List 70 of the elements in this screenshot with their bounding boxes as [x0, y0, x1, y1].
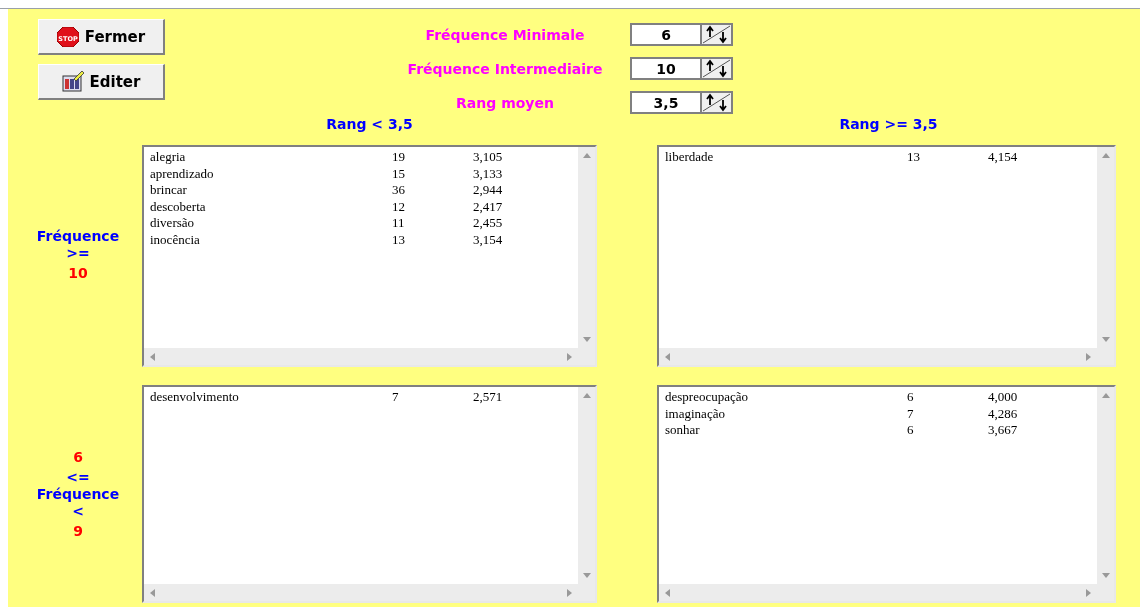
scroll-up-icon	[582, 393, 591, 398]
spin-button[interactable]	[700, 57, 733, 80]
frequency-label: <	[72, 502, 84, 520]
scroll-down-icon	[1101, 337, 1110, 342]
scroll-down-icon	[582, 337, 591, 342]
scroll-left-icon	[150, 588, 155, 597]
list-cell-text: 11	[392, 215, 406, 232]
list-cell-text: 13	[907, 149, 921, 166]
list-cell-text: 4,286	[988, 405, 1019, 422]
list-cell-text: 13	[392, 231, 406, 248]
list-cell-text: 7	[907, 405, 915, 422]
list-cell-text: 19	[392, 149, 406, 166]
list-cell-text: desenvolvimento	[150, 389, 240, 406]
list-cell-text: 3,667	[988, 422, 1019, 439]
list-cell-text: diversão	[150, 215, 196, 232]
list-cell-text: descoberta	[150, 198, 207, 215]
scroll-left-icon	[150, 352, 155, 361]
scroll-right-icon	[1086, 588, 1091, 597]
list-cell-text: imaginação	[665, 405, 726, 422]
spinner-label: Fréquence Intermediaire	[406, 60, 604, 77]
list-cell-text: 3,105	[473, 149, 504, 166]
list-cell-text: alegria	[150, 149, 187, 166]
number-field[interactable]: 10	[630, 57, 700, 80]
list-cell-text: 4,000	[988, 389, 1019, 406]
list-cell-text: 15	[392, 165, 406, 182]
scroll-right-icon	[1086, 352, 1091, 361]
scroll-up-icon	[1101, 153, 1110, 158]
list-cell-text: 6	[907, 389, 915, 406]
scroll-down-icon	[582, 573, 591, 578]
list-cell-text: 2,944	[473, 182, 504, 199]
edit-button[interactable]: Editer	[38, 64, 165, 100]
list-cell-text: 12	[392, 198, 406, 215]
list-cell-text: 2,455	[473, 215, 504, 232]
scroll-left-icon	[665, 588, 670, 597]
list-cell-text: inocência	[150, 231, 201, 248]
list-cell-text: liberdade	[665, 149, 715, 166]
list-cell-text: 3,154	[473, 231, 504, 248]
list-cell-text: despreocupação	[665, 389, 749, 406]
threshold-value: 10	[68, 264, 88, 282]
scroll-down-icon	[1101, 573, 1110, 578]
spin-button[interactable]	[700, 91, 733, 114]
column-header: Rang < 3,5	[325, 116, 414, 132]
threshold-value: 9	[73, 522, 83, 540]
frequency-label: <=	[66, 468, 90, 486]
list-cell-text: 2,571	[473, 389, 504, 406]
number-field[interactable]: 6	[630, 23, 700, 46]
spinner-label: Rang moyen	[455, 94, 555, 111]
scroll-left-icon	[665, 352, 670, 361]
column-header: Rang >= 3,5	[838, 116, 939, 132]
scroll-up-icon	[1101, 393, 1110, 398]
scroll-up-icon	[582, 153, 591, 158]
list-cell-text: 4,154	[988, 149, 1019, 166]
list-cell-text: sonhar	[665, 422, 701, 439]
list-cell-text: 36	[392, 182, 406, 199]
frequency-label: Fréquence	[36, 227, 120, 245]
list-cell-text: 3,133	[473, 165, 504, 182]
table-pencil-icon	[61, 71, 84, 92]
scroll-right-icon	[567, 352, 572, 361]
list-cell-text: brincar	[150, 182, 188, 199]
threshold-value: 6	[73, 448, 83, 466]
list-cell-text: aprendizado	[150, 165, 215, 182]
frequency-label: Fréquence	[36, 485, 120, 503]
scroll-right-icon	[567, 588, 572, 597]
frequency-label: >=	[66, 244, 90, 262]
list-cell-text: 2,417	[473, 198, 504, 215]
list-cell-text: 6	[907, 422, 915, 439]
spinner-label: Fréquence Minimale	[424, 26, 586, 43]
spin-button[interactable]	[700, 23, 733, 46]
list-cell-text: 7	[392, 389, 400, 406]
number-field[interactable]: 3,5	[630, 91, 700, 114]
